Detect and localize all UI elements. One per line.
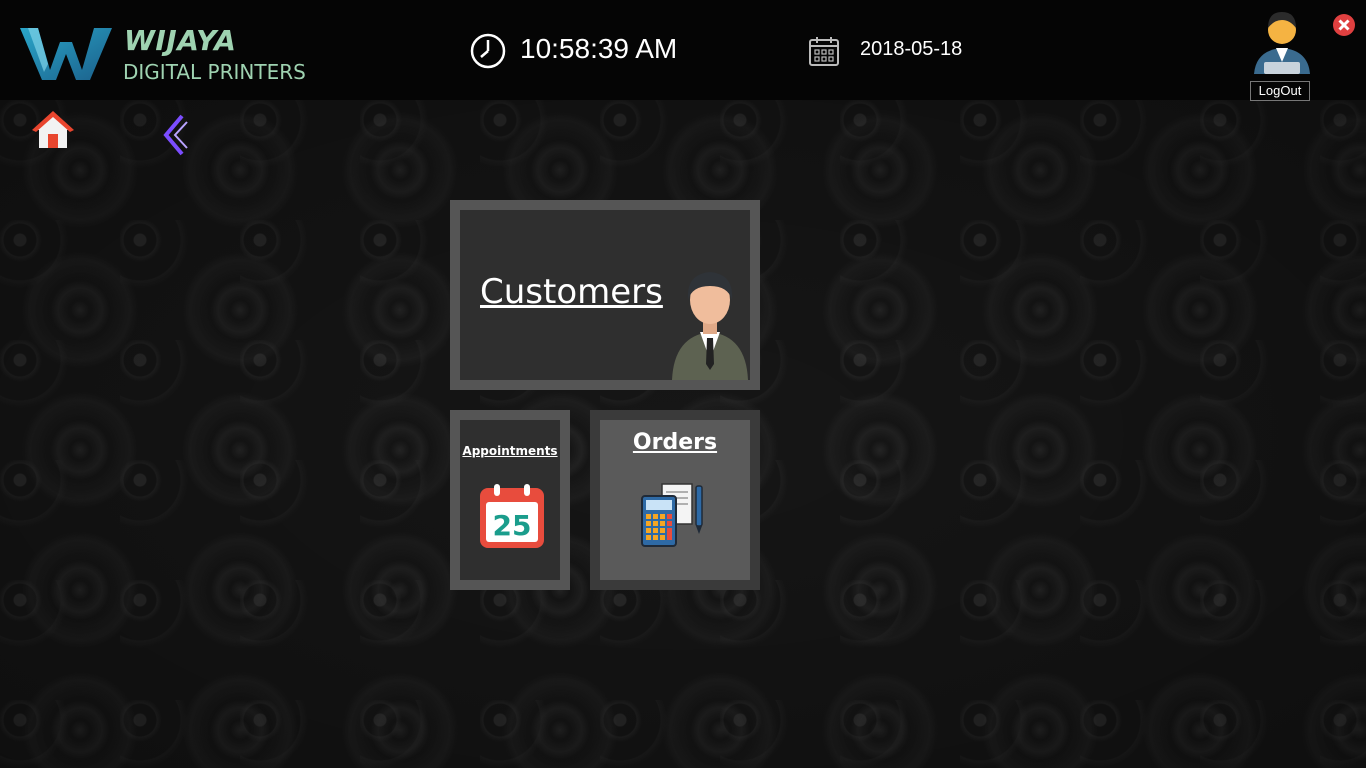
brand-name: WIJAYA — [124, 24, 237, 57]
businessman-icon — [672, 272, 748, 380]
logout-button[interactable]: LogOut — [1250, 81, 1310, 101]
current-date: 2018-05-18 — [860, 38, 963, 60]
orders-tile[interactable]: Orders — [590, 410, 760, 590]
orders-label[interactable]: Orders — [600, 430, 750, 455]
wijaya-logo-icon — [20, 28, 112, 80]
calculator-icon — [641, 483, 703, 547]
customers-label[interactable]: Customers — [480, 272, 663, 312]
calendar-day: 25 — [493, 509, 532, 542]
home-icon[interactable] — [32, 110, 74, 152]
clock-icon — [470, 33, 506, 69]
calendar-icon: 25 — [480, 484, 544, 548]
calendar-icon — [809, 37, 839, 66]
appointments-tile[interactable]: Appointments 25 — [450, 410, 570, 590]
customers-tile[interactable]: Customers — [450, 200, 760, 390]
close-icon[interactable] — [1332, 13, 1356, 37]
header-bar: WIJAYA DIGITAL PRINTERS 10:58:39 AM 2018… — [0, 0, 1366, 101]
chevron-left-icon[interactable] — [160, 112, 190, 158]
current-time: 10:58:39 AM — [520, 33, 678, 64]
user-avatar-icon[interactable] — [1250, 6, 1314, 76]
brand-subtitle: DIGITAL PRINTERS — [123, 60, 306, 84]
appointments-label[interactable]: Appointments — [460, 444, 560, 458]
